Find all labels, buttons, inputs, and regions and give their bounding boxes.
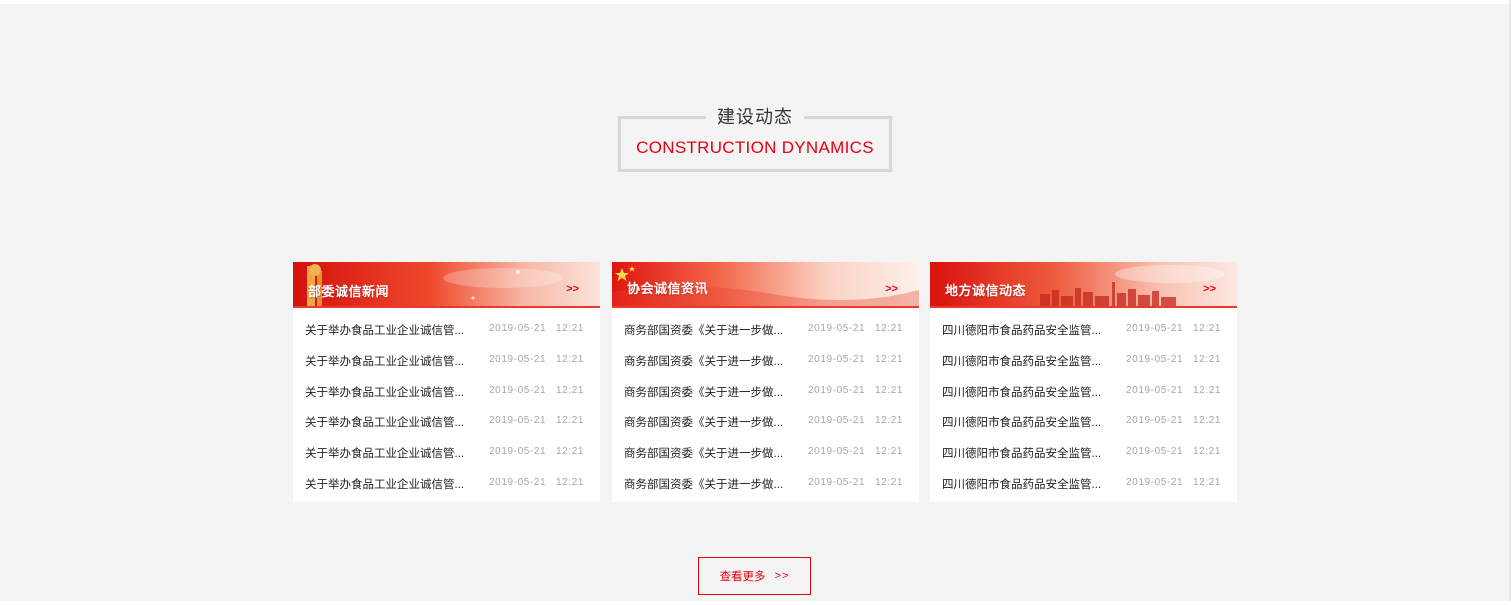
item-title[interactable]: 关于举办食品工业企业诚信管... <box>305 414 477 430</box>
list-item[interactable]: 四川德阳市食品药品安全监管... 2019-05-21 12:21 <box>930 378 1237 409</box>
item-time: 12:21 <box>1193 384 1222 396</box>
item-time: 12:21 <box>875 353 904 365</box>
card-header: 地方诚信动态 >> <box>930 262 1237 308</box>
section-title-en: CONSTRUCTION DYNAMICS <box>636 138 874 157</box>
list-item[interactable]: 商务部国资委《关于进一步做... 2019-05-21 12:21 <box>612 316 919 347</box>
news-list: 关于举办食品工业企业诚信管... 2019-05-21 12:21 关于举办食品工业… <box>293 308 600 501</box>
item-title[interactable]: 四川德阳市食品药品安全监管... <box>942 445 1114 461</box>
item-title[interactable]: 关于举办食品工业企业诚信管... <box>305 384 477 400</box>
item-date: 2019-05-21 <box>489 446 547 458</box>
card-more-link[interactable]: >> <box>566 283 579 295</box>
item-time: 12:21 <box>1193 323 1222 334</box>
item-time: 12:21 <box>875 446 904 458</box>
list-item[interactable]: 商务部国资委《关于进一步做... 2019-05-21 12:21 <box>612 439 919 470</box>
item-date: 2019-05-21 <box>808 446 866 458</box>
item-date: 2019-05-21 <box>808 415 866 427</box>
item-date: 2019-05-21 <box>489 415 547 427</box>
card-header: 部委诚信新闻 >> <box>293 262 600 308</box>
item-time: 12:21 <box>1193 353 1222 365</box>
item-title[interactable]: 商务部国资委《关于进一步做... <box>624 384 796 400</box>
list-item[interactable]: 商务部国资委《关于进一步做... 2019-05-21 12:21 <box>612 347 919 378</box>
item-date: 2019-05-21 <box>489 384 547 396</box>
list-item[interactable]: 商务部国资委《关于进一步做... 2019-05-21 12:21 <box>612 378 919 409</box>
item-title[interactable]: 商务部国资委《关于进一步做... <box>624 476 796 492</box>
list-item[interactable]: 关于举办食品工业企业诚信管... 2019-05-21 12:21 <box>293 316 600 347</box>
item-date: 2019-05-21 <box>1126 323 1184 334</box>
item-title[interactable]: 关于举办食品工业企业诚信管... <box>305 353 477 369</box>
card-title: 部委诚信新闻 <box>308 284 390 299</box>
item-date: 2019-05-21 <box>489 323 547 334</box>
item-time: 12:21 <box>556 446 585 458</box>
item-title[interactable]: 关于举办食品工业企业诚信管... <box>305 322 477 338</box>
item-date: 2019-05-21 <box>808 353 866 365</box>
item-title[interactable]: 四川德阳市食品药品安全监管... <box>942 476 1114 492</box>
item-date: 2019-05-21 <box>1126 446 1184 458</box>
page: 建设动态 CONSTRUCTION DYNAMICS 部委诚信新闻 >> 关于举… <box>0 4 1509 601</box>
list-item[interactable]: 四川德阳市食品药品安全监管... 2019-05-21 12:21 <box>930 439 1237 470</box>
item-date: 2019-05-21 <box>489 476 547 488</box>
item-date: 2019-05-21 <box>489 353 547 365</box>
list-item[interactable]: 商务部国资委《关于进一步做... 2019-05-21 12:21 <box>612 470 919 501</box>
list-item[interactable]: 关于举办食品工业企业诚信管... 2019-05-21 12:21 <box>293 470 600 501</box>
item-time: 12:21 <box>875 415 904 427</box>
item-time: 12:21 <box>556 353 585 365</box>
item-title[interactable]: 关于举办食品工业企业诚信管... <box>305 445 477 461</box>
news-card-association: 协会诚信资讯 >> 商务部国资委《关于进一步做... 2019-05-21 12:2… <box>612 262 919 502</box>
card-more-link[interactable]: >> <box>1203 283 1216 295</box>
list-item[interactable]: 四川德阳市食品药品安全监管... 2019-05-21 12:21 <box>930 347 1237 378</box>
view-more-button[interactable]: 查看更多 >> <box>698 557 811 595</box>
section-title-cn: 建设动态 <box>706 105 804 129</box>
list-item[interactable]: 关于举办食品工业企业诚信管... 2019-05-21 12:21 <box>293 347 600 378</box>
item-title[interactable]: 四川德阳市食品药品安全监管... <box>942 353 1114 369</box>
section-title-box: 建设动态 CONSTRUCTION DYNAMICS <box>618 105 892 172</box>
news-list: 商务部国资委《关于进一步做... 2019-05-21 12:21 商务部国资委《关… <box>612 308 919 501</box>
item-title[interactable]: 关于举办食品工业企业诚信管... <box>305 476 477 492</box>
item-time: 12:21 <box>1193 415 1222 427</box>
card-more-link[interactable]: >> <box>885 283 898 295</box>
item-date: 2019-05-21 <box>808 384 866 396</box>
item-title[interactable]: 商务部国资委《关于进一步做... <box>624 322 796 338</box>
item-date: 2019-05-21 <box>1126 415 1184 427</box>
item-time: 12:21 <box>556 323 585 334</box>
card-title: 协会诚信资讯 <box>627 281 709 296</box>
news-card-ministry: 部委诚信新闻 >> 关于举办食品工业企业诚信管... 2019-05-21 12:2… <box>293 262 600 502</box>
item-time: 12:21 <box>556 415 585 427</box>
item-title[interactable]: 商务部国资委《关于进一步做... <box>624 445 796 461</box>
list-item[interactable]: 四川德阳市食品药品安全监管... 2019-05-21 12:21 <box>930 470 1237 501</box>
item-time: 12:21 <box>1193 476 1222 488</box>
view-more-label: 查看更多 <box>719 571 766 583</box>
item-date: 2019-05-21 <box>808 323 866 334</box>
item-time: 12:21 <box>556 384 585 396</box>
item-date: 2019-05-21 <box>1126 353 1184 365</box>
list-item[interactable]: 关于举办食品工业企业诚信管... 2019-05-21 12:21 <box>293 408 600 439</box>
item-time: 12:21 <box>556 476 585 488</box>
item-time: 12:21 <box>875 323 904 334</box>
item-title[interactable]: 商务部国资委《关于进一步做... <box>624 353 796 369</box>
item-title[interactable]: 四川德阳市食品药品安全监管... <box>942 384 1114 400</box>
item-date: 2019-05-21 <box>808 476 866 488</box>
card-title: 地方诚信动态 <box>945 283 1027 298</box>
card-header: 协会诚信资讯 >> <box>612 262 919 308</box>
item-time: 12:21 <box>1193 446 1222 458</box>
list-item[interactable]: 四川德阳市食品药品安全监管... 2019-05-21 12:21 <box>930 316 1237 347</box>
item-time: 12:21 <box>875 476 904 488</box>
item-title[interactable]: 四川德阳市食品药品安全监管... <box>942 414 1114 430</box>
list-item[interactable]: 关于举办食品工业企业诚信管... 2019-05-21 12:21 <box>293 439 600 470</box>
item-title[interactable]: 四川德阳市食品药品安全监管... <box>942 322 1114 338</box>
news-card-local: 地方诚信动态 >> 四川德阳市食品药品安全监管... 2019-05-21 12:2… <box>930 262 1237 502</box>
list-item[interactable]: 关于举办食品工业企业诚信管... 2019-05-21 12:21 <box>293 378 600 409</box>
item-title[interactable]: 商务部国资委《关于进一步做... <box>624 414 796 430</box>
news-list: 四川德阳市食品药品安全监管... 2019-05-21 12:21 四川德阳市食品药… <box>930 308 1237 501</box>
item-date: 2019-05-21 <box>1126 476 1184 488</box>
item-date: 2019-05-21 <box>1126 384 1184 396</box>
view-more-arrow: >> <box>774 570 790 582</box>
list-item[interactable]: 四川德阳市食品药品安全监管... 2019-05-21 12:21 <box>930 408 1237 439</box>
item-time: 12:21 <box>875 384 904 396</box>
list-item[interactable]: 商务部国资委《关于进一步做... 2019-05-21 12:21 <box>612 408 919 439</box>
